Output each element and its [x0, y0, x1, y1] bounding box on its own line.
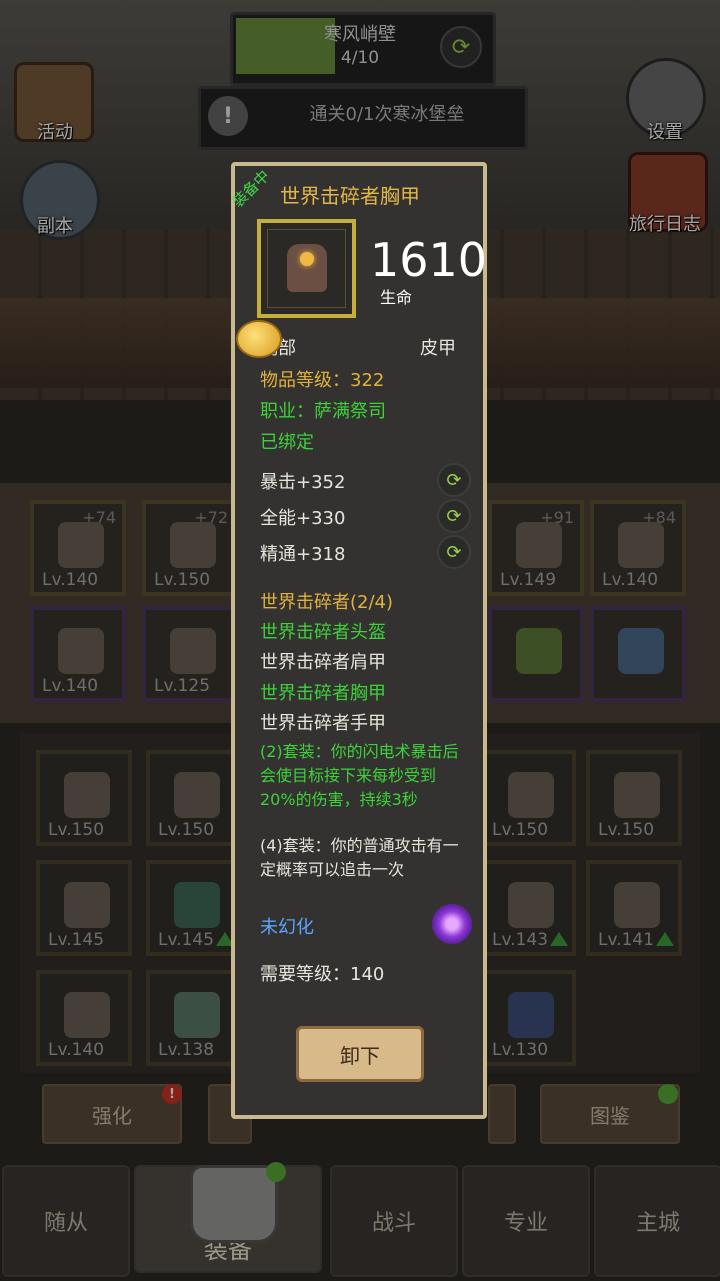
transmog-status: 未幻化 — [260, 917, 314, 938]
set-name: 世界击碎者(2/4) — [260, 592, 394, 613]
main-stat-value: 1610 — [370, 233, 488, 287]
set-bonus-2: (2)套装：你的闪电术暴击后会使目标接下来每秒受到20%的伤害，持续3秒 — [260, 742, 459, 809]
reroll-icon[interactable]: ⟳ — [437, 463, 471, 497]
gem-icon — [300, 252, 314, 266]
main-stat-label: 生命 — [380, 288, 413, 307]
set-piece: 世界击碎者肩甲 — [260, 652, 386, 673]
stat-crit: 暴击+352 — [260, 472, 346, 493]
reroll-icon[interactable]: ⟳ — [437, 499, 471, 533]
set-piece: 世界击碎者胸甲 — [260, 683, 386, 704]
armor-type: 皮甲 — [420, 338, 456, 359]
stat-versatility: 全能+330 — [260, 508, 346, 529]
transmog-icon[interactable] — [432, 904, 472, 944]
item-level: 物品等级：322 — [260, 370, 385, 391]
set-bonus-4: (4)套装：你的普通攻击有一定概率可以追击一次 — [260, 836, 459, 879]
stat-mastery: 精通+318 — [260, 544, 346, 565]
item-name: 世界击碎者胸甲 — [280, 184, 420, 208]
unequip-button[interactable]: 卸下 — [296, 1026, 424, 1082]
coin-icon — [236, 320, 282, 358]
class-requirement: 职业：萨满祭司 — [260, 401, 386, 422]
reroll-icon[interactable]: ⟳ — [437, 535, 471, 569]
set-piece: 世界击碎者手甲 — [260, 713, 386, 734]
bind-status: 已绑定 — [260, 432, 314, 453]
set-piece: 世界击碎者头盔 — [260, 622, 386, 643]
required-level: 需要等级：140 — [260, 964, 385, 985]
